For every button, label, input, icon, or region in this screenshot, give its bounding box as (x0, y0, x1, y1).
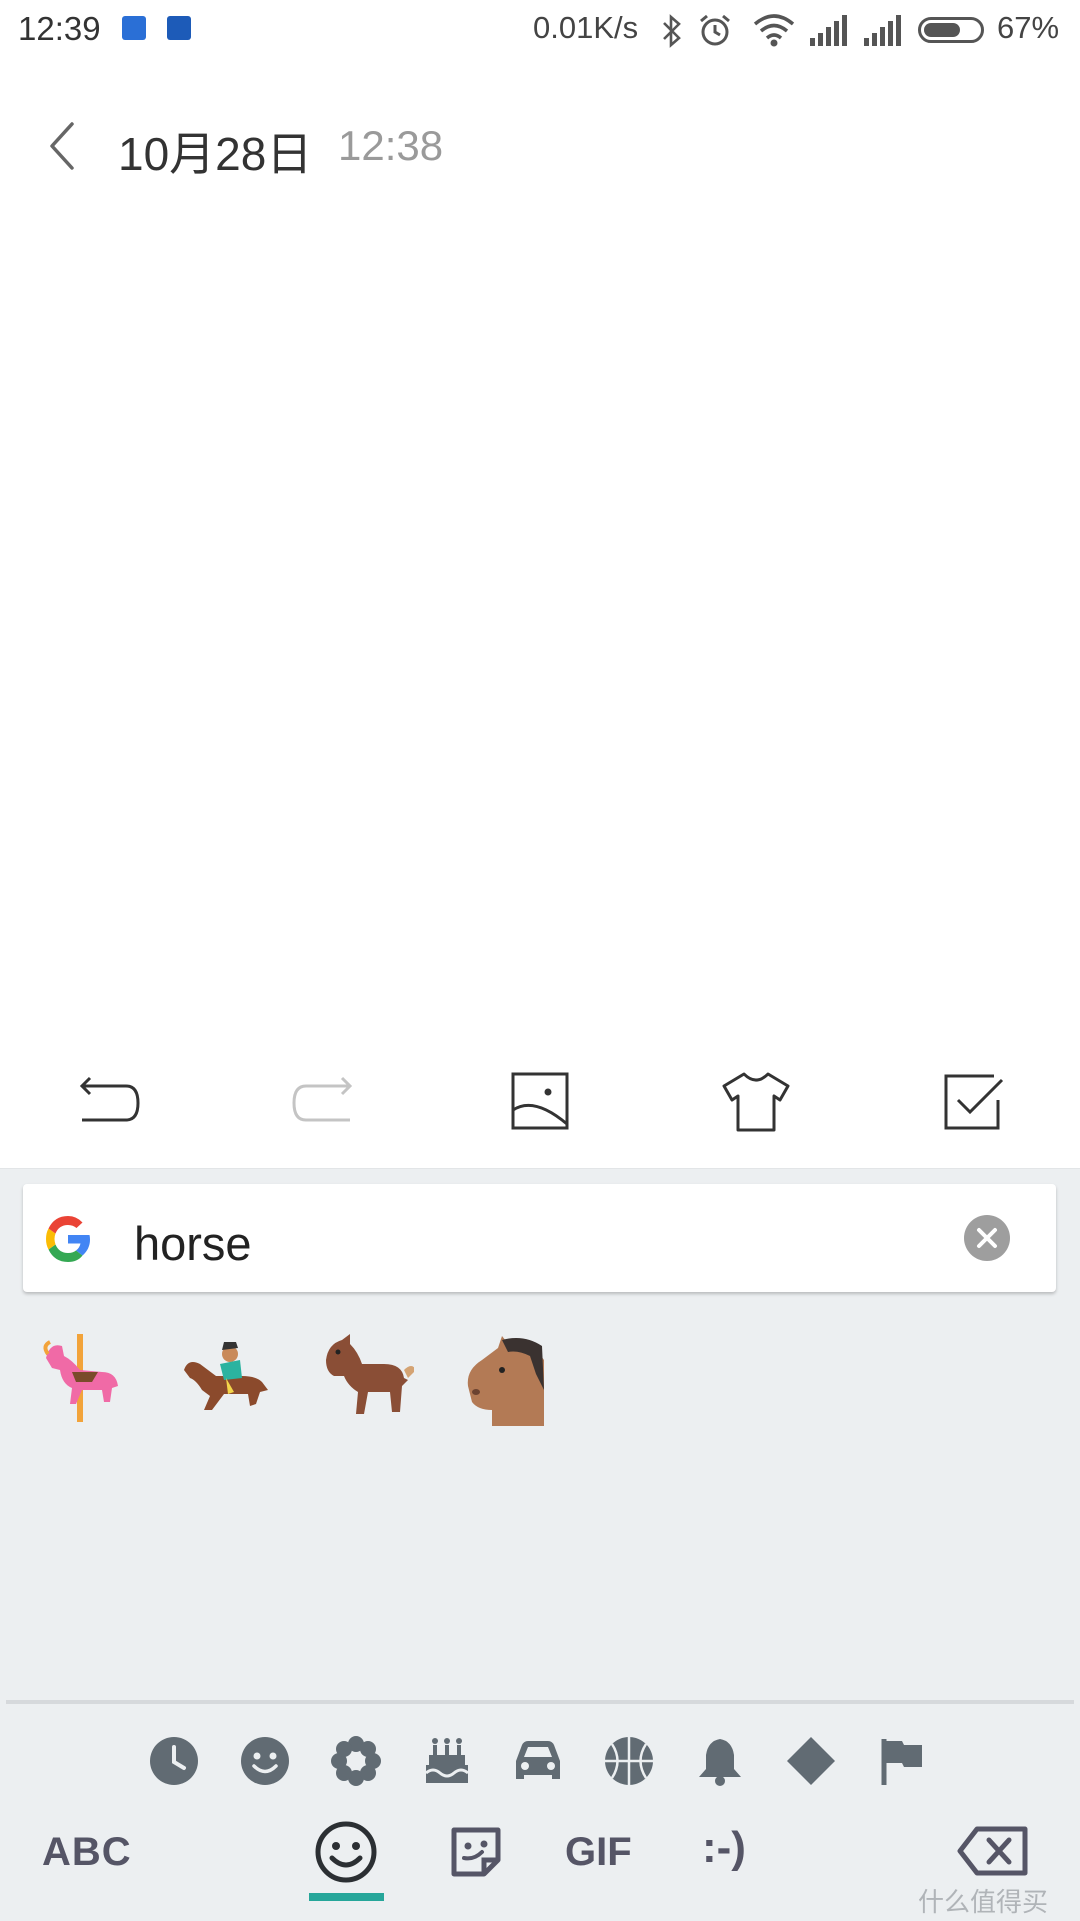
checklist-icon[interactable] (936, 1066, 1008, 1138)
network-speed: 0.01K/s (533, 10, 639, 45)
google-logo-icon (46, 1216, 90, 1262)
status-bar: 12:39 0.01K/s 67% (0, 0, 1080, 62)
note-date: 10月28日 (118, 128, 313, 180)
backspace-icon[interactable] (957, 1826, 1029, 1876)
emoji-tab-smiley-icon[interactable] (314, 1820, 378, 1884)
emoticon-tab-button[interactable]: :-) (702, 1823, 746, 1873)
close-icon (977, 1228, 997, 1248)
theme-shirt-icon[interactable] (720, 1066, 792, 1138)
basketball-icon[interactable] (603, 1735, 655, 1787)
signal-icon (810, 15, 847, 46)
undo-icon[interactable] (72, 1066, 144, 1138)
watermark-text: 什么值得买 (918, 1887, 1049, 1917)
flower-icon[interactable] (330, 1735, 382, 1787)
car-icon[interactable] (512, 1735, 564, 1787)
note-editor[interactable] (0, 200, 1080, 1040)
vpn-app-icon (122, 16, 146, 40)
sticker-tab-icon[interactable] (446, 1822, 506, 1882)
clear-search-button[interactable] (964, 1215, 1010, 1261)
active-tab-indicator (309, 1893, 384, 1901)
emoji-result-carousel-horse[interactable] (32, 1330, 128, 1426)
status-time: 12:39 (18, 10, 101, 47)
emoji-result-horse-face[interactable] (462, 1330, 558, 1426)
battery-level (924, 23, 960, 37)
search-input[interactable]: horse (134, 1216, 252, 1271)
gif-tab-button[interactable]: GIF (565, 1830, 632, 1875)
abc-keyboard-button[interactable]: ABC (42, 1830, 132, 1875)
diamond-icon[interactable] (785, 1735, 837, 1787)
note-time: 12:38 (338, 122, 444, 169)
image-icon[interactable] (504, 1066, 576, 1138)
flag-icon[interactable] (876, 1735, 928, 1787)
cake-icon[interactable] (421, 1735, 473, 1787)
smiley-icon[interactable] (239, 1735, 291, 1787)
back-icon[interactable] (42, 118, 82, 174)
bluetooth-icon (663, 14, 681, 48)
battery-percent: 67% (997, 10, 1060, 45)
signal-icon (864, 15, 901, 46)
vpn-app-icon (167, 16, 191, 40)
emoji-result-horse[interactable] (318, 1330, 416, 1426)
alarm-icon (700, 14, 730, 46)
wifi-icon (753, 14, 795, 47)
emoji-result-horse-racing[interactable] (176, 1330, 272, 1426)
battery-icon (918, 17, 984, 43)
redo-icon[interactable] (288, 1066, 360, 1138)
bell-icon[interactable] (694, 1735, 746, 1787)
keyboard-divider (6, 1700, 1074, 1704)
recent-icon[interactable] (148, 1735, 200, 1787)
